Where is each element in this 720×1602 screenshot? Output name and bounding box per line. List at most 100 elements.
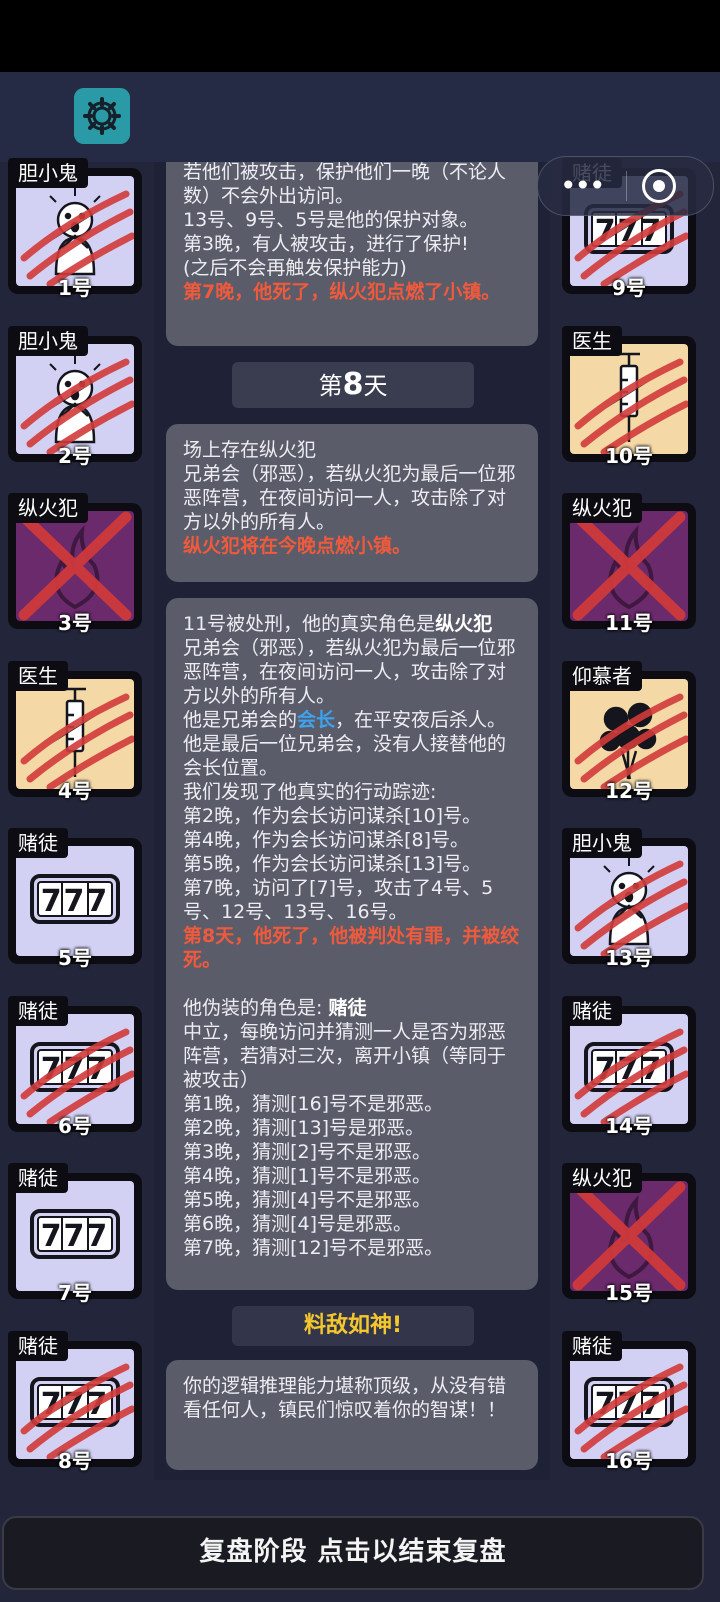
player-card[interactable]: 医生 4号 <box>8 660 144 803</box>
more-dots-icon[interactable]: ••• <box>560 169 606 202</box>
role-tag: 纵火犯 <box>562 1163 642 1193</box>
settings-button-overlay[interactable] <box>74 88 130 144</box>
log-line: 他是兄弟会的会长，在平安夜后杀人。他是最后一位兄弟会，没有人接替他的会长位置。 <box>183 709 507 779</box>
player-card[interactable]: 纵火犯 3号 <box>8 493 144 635</box>
role-tag: 纵火犯 <box>562 493 642 523</box>
role-portrait: 777 <box>16 846 134 956</box>
player-card[interactable]: 777 赌徒 7号 <box>8 1163 144 1305</box>
role-portrait: 777 <box>570 1348 688 1459</box>
role-tag: 赌徒 <box>562 995 622 1026</box>
role-portrait <box>570 511 688 621</box>
log-line: 第6晚，猜测[4]号是邪恶。 <box>183 1213 413 1235</box>
true-role: 纵火犯 <box>435 613 493 635</box>
player-number: 4号 <box>58 778 92 803</box>
log-line: 场上存在纵火犯 <box>183 439 317 461</box>
capsule-divider <box>626 171 627 201</box>
player-card[interactable]: 777 赌徒 5号 <box>8 828 144 970</box>
role-tag: 胆小鬼 <box>562 828 642 858</box>
role-tag: 赌徒 <box>8 995 68 1026</box>
role-tag: 赌徒 <box>8 1330 68 1361</box>
player-card[interactable]: 医生 10号 <box>562 325 698 468</box>
role-portrait: 777 <box>16 1013 134 1124</box>
player-card[interactable]: 777 赌徒 6号 <box>8 995 144 1138</box>
player-number: 2号 <box>58 443 92 468</box>
role-portrait <box>16 343 134 454</box>
player-card[interactable]: 777 赌徒 14号 <box>562 995 698 1138</box>
player-card[interactable]: 777 赌徒 16号 <box>562 1330 698 1473</box>
player-card[interactable]: 777 赌徒 8号 <box>8 1330 144 1473</box>
player-card[interactable]: 胆小鬼 2号 <box>8 325 144 468</box>
player-number: 9号 <box>612 276 646 300</box>
disguise-role: 赌徒 <box>328 997 367 1019</box>
player-card[interactable]: 胆小鬼 13号 <box>562 828 698 970</box>
x-cross-icon <box>18 511 132 621</box>
player-card[interactable]: 纵火犯 15号 <box>562 1163 698 1305</box>
role-portrait <box>16 176 134 286</box>
role-tag: 赌徒 <box>8 828 68 858</box>
log-line: 第5晚，作为会长访问谋杀[13]号。 <box>183 853 482 875</box>
role-tag: 仰慕者 <box>562 660 642 691</box>
log-entry-protector: 若他们被攻击，保护他们一晚（不论人数）不会外出访问。 13号、9号、5号是他的保… <box>166 150 538 346</box>
player-number: 8号 <box>58 1448 92 1473</box>
player-number: 10号 <box>605 443 653 468</box>
mini-program-capsule: ••• <box>537 156 714 216</box>
end-review-button[interactable]: 复盘阶段 点击以结束复盘 <box>2 1516 704 1590</box>
player-number: 15号 <box>605 1281 653 1305</box>
log-line: 兄弟会（邪恶），若纵火犯为最后一位邪恶阵营，在夜间访问一人，攻击除了对方以外的所… <box>183 637 516 707</box>
log-line: (之后不会再触发保护能力) <box>183 257 407 279</box>
day-number: 8 <box>342 367 364 402</box>
log-line: 若他们被攻击，保护他们一晚（不论人数）不会外出访问。 <box>183 161 507 207</box>
player-number: 16号 <box>605 1448 653 1473</box>
player-card[interactable]: 胆小鬼 1号 <box>8 158 144 300</box>
log-line: 兄弟会（邪恶），若纵火犯为最后一位邪恶阵营，在夜间访问一人，攻击除了对方以外的所… <box>183 463 516 533</box>
role-portrait <box>570 1181 688 1291</box>
role-portrait <box>570 846 688 956</box>
player-number: 14号 <box>605 1113 653 1138</box>
svg-text:777: 777 <box>41 1219 110 1254</box>
log-entry-praise: 你的逻辑推理能力堪称顶级，从没有错看任何人，镇民们惊叹着你的智谋！！ <box>166 1360 538 1470</box>
player-number: 12号 <box>605 778 653 803</box>
status-bar <box>0 0 720 72</box>
role-tag: 医生 <box>562 325 622 356</box>
player-card[interactable]: 仰慕者 12号 <box>562 660 698 803</box>
player-number: 11号 <box>605 611 653 635</box>
log-entry-arsonist-notice: 场上存在纵火犯 兄弟会（邪恶），若纵火犯为最后一位邪恶阵营，在夜间访问一人，攻击… <box>166 424 538 582</box>
player-number: 5号 <box>58 946 92 970</box>
log-line: 我们发现了他真实的行动踪迹: <box>183 781 437 803</box>
log-line: 第2晚，猜测[13]号是邪恶。 <box>183 1117 425 1139</box>
slot-777-icon: 777 <box>30 1209 120 1259</box>
role-portrait <box>570 343 688 454</box>
role-portrait <box>16 678 134 789</box>
log-line: 第3晚，有人被攻击，进行了保护! <box>183 233 469 255</box>
log-line: 第4晚，作为会长访问谋杀[8]号。 <box>183 829 470 851</box>
role-tag: 胆小鬼 <box>8 158 88 188</box>
log-line: 他伪装的角色是: 赌徒 <box>183 997 367 1019</box>
player-number: 3号 <box>58 611 92 635</box>
role-portrait: 777 <box>570 1013 688 1124</box>
role-portrait: 777 <box>16 1348 134 1459</box>
role-tag: 纵火犯 <box>8 493 88 523</box>
log-line: 11号被处刑，他的真实角色是纵火犯 <box>183 613 493 635</box>
log-line: 第5晚，猜测[4]号不是邪恶。 <box>183 1189 432 1211</box>
praise-title: 料敌如神! <box>232 1306 474 1346</box>
log-line: 第1晚，猜测[16]号不是邪恶。 <box>183 1093 444 1115</box>
role-tag: 医生 <box>8 660 68 691</box>
player-number: 13号 <box>605 946 653 970</box>
target-icon[interactable] <box>642 169 676 203</box>
log-line: 第4晚，猜测[1]号不是邪恶。 <box>183 1165 432 1187</box>
leader-keyword: 会长 <box>297 709 336 731</box>
warning-line: 纵火犯将在今晚点燃小镇。 <box>183 535 412 557</box>
death-line: 第8天，他死了，他被判处有罪，并被绞死。 <box>183 925 520 971</box>
log-line: 第7晚，访问了[7]号，攻击了4号、5号、12号、13号、16号。 <box>183 877 494 923</box>
day-header: 第8天 <box>232 362 474 408</box>
role-portrait: 777 <box>16 1181 134 1291</box>
gear-icon <box>83 97 121 135</box>
x-cross-icon <box>572 511 686 621</box>
player-card[interactable]: 纵火犯 11号 <box>562 493 698 635</box>
role-tag: 胆小鬼 <box>8 325 88 356</box>
slot-777-icon: 777 <box>30 874 120 924</box>
log-line: 中立，每晚访问并猜测一人是否为邪恶阵营，若猜对三次，离开小镇（等同于被攻击） <box>183 1021 507 1091</box>
role-portrait <box>16 511 134 621</box>
svg-text:777: 777 <box>41 884 110 919</box>
